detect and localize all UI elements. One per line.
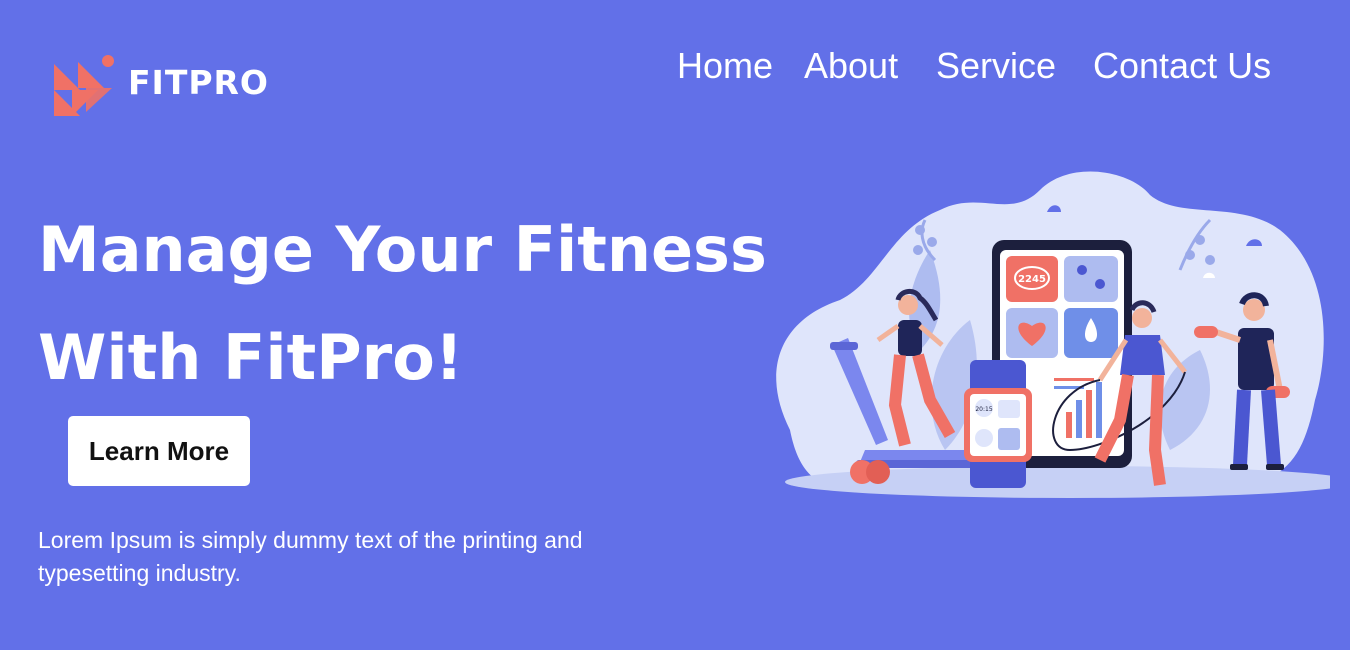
hero-title-line-2: With FitPro! bbox=[38, 321, 464, 394]
learn-more-button[interactable]: Learn More bbox=[68, 416, 250, 486]
nav-link-service[interactable]: Service bbox=[936, 45, 1056, 86]
hero-description: Lorem Ipsum is simply dummy text of the … bbox=[38, 527, 583, 586]
nav-item-service: Service bbox=[936, 44, 1056, 88]
site-header: FITPRO Home About Service Contact Us bbox=[0, 0, 1350, 140]
phone-stat-value: 2245 bbox=[1018, 274, 1046, 285]
brand-logo-link[interactable]: FITPRO bbox=[52, 52, 269, 118]
nav-item-home: Home bbox=[677, 44, 773, 88]
hero-title: Manage Your Fitness With FitPro! bbox=[38, 196, 767, 412]
nav-item-about: About bbox=[804, 44, 898, 88]
nav-item-contact: Contact Us bbox=[1093, 44, 1271, 88]
brand-name: FITPRO bbox=[128, 62, 269, 102]
nav-link-about[interactable]: About bbox=[804, 45, 898, 86]
nav-link-contact[interactable]: Contact Us bbox=[1093, 45, 1271, 86]
nav-link-home[interactable]: Home bbox=[677, 45, 773, 86]
fitness-app-illustration-icon: 2245 20:15 bbox=[776, 171, 1330, 498]
hero-title-line-1: Manage Your Fitness bbox=[38, 213, 767, 286]
fitpro-logo-icon bbox=[54, 55, 114, 116]
watch-time: 20:15 bbox=[975, 406, 992, 413]
